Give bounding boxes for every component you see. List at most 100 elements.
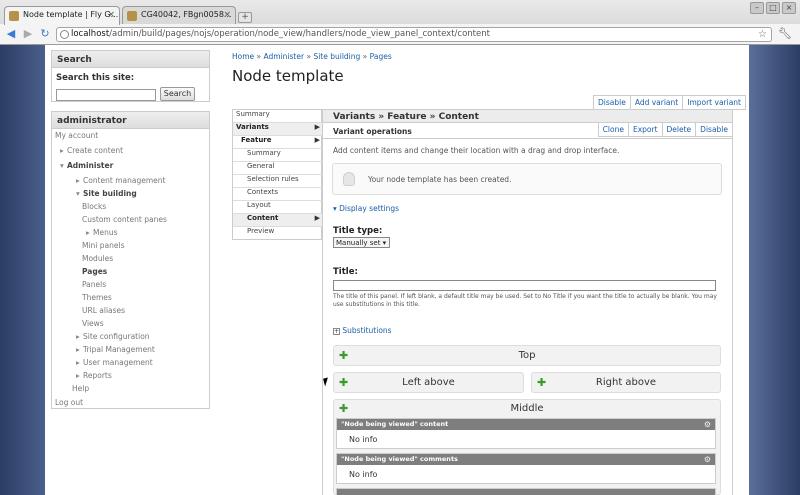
menu-site-configuration[interactable]: Site configuration [83, 332, 150, 341]
add-content-icon[interactable]: ✚ [339, 373, 348, 392]
forward-icon[interactable]: ▶ [21, 27, 35, 41]
disable-button[interactable]: Disable [594, 96, 630, 109]
close-window-icon[interactable]: × [782, 2, 796, 14]
reload-icon[interactable]: ↻ [38, 27, 52, 41]
page-title: Node template [232, 67, 344, 85]
nav-selection-rules[interactable]: Selection rules [233, 175, 322, 188]
breadcrumb-pages[interactable]: Pages [370, 52, 392, 61]
gear-icon[interactable]: ⚙ [704, 455, 711, 464]
nav-general[interactable]: General [233, 162, 322, 175]
gear-icon[interactable]: ⚙ [704, 420, 711, 429]
browser-tab-node-template[interactable]: Node template | Fly G... × [4, 6, 120, 25]
address-bar[interactable]: localhost/admin/build/pages/nojs/operati… [56, 27, 772, 42]
nav-summary[interactable]: Summary [233, 110, 322, 123]
clone-button[interactable]: Clone [599, 123, 628, 136]
breadcrumb-administer[interactable]: Administer [264, 52, 305, 61]
display-settings-toggle[interactable]: ▾ Display settings [333, 204, 399, 213]
search-block-title: Search [52, 51, 209, 68]
pane-partial [336, 488, 716, 495]
back-icon[interactable]: ◀ [4, 27, 18, 41]
add-variant-button[interactable]: Add variant [629, 96, 682, 109]
menu-blocks[interactable]: Blocks [82, 202, 106, 211]
menu-menus[interactable]: Menus [93, 228, 118, 237]
expanded-icon: ▾ [60, 161, 64, 170]
menu-reports[interactable]: Reports [83, 371, 112, 380]
menu-pages[interactable]: Pages [82, 267, 107, 276]
admin-block-title: administrator [52, 112, 209, 129]
menu-modules[interactable]: Modules [82, 254, 113, 263]
substitutions-toggle[interactable]: + Substitutions [333, 326, 392, 335]
delete-button[interactable]: Delete [661, 123, 696, 136]
tab-label: Node template | Fly G... [23, 10, 119, 19]
pane-header: "Node being viewed" content ⚙ [337, 419, 715, 430]
new-tab-button[interactable]: + [238, 12, 252, 23]
menu-tripal-management[interactable]: Tripal Management [83, 345, 155, 354]
arrow-right-icon: ▶ [314, 214, 320, 222]
menu-administer[interactable]: Administer [67, 161, 113, 170]
nav-variants[interactable]: Variants ▶ [233, 123, 322, 136]
collapsed-icon: ▸ [76, 345, 80, 354]
menu-url-aliases[interactable]: URL aliases [82, 306, 125, 315]
wrench-icon[interactable]: 🔧︎ [778, 27, 792, 40]
menu-custom-content-panes[interactable]: Custom content panes [82, 215, 167, 224]
background-right [749, 45, 800, 495]
collapsed-icon: ▸ [76, 176, 80, 185]
menu-views[interactable]: Views [82, 319, 104, 328]
region-right-above: ✚ Right above [531, 372, 721, 393]
pane-header [337, 489, 715, 495]
pane-body: No info [349, 470, 378, 479]
disable-variant-button[interactable]: Disable [695, 123, 732, 136]
breadcrumb: Home » Administer » Site building » Page… [232, 52, 392, 61]
menu-user-management[interactable]: User management [83, 358, 153, 367]
nav-contexts[interactable]: Contexts [233, 188, 322, 201]
import-variant-button[interactable]: Import variant [682, 96, 745, 109]
menu-help[interactable]: Help [72, 384, 89, 393]
variants-header: Variants » Feature » Content [322, 109, 733, 123]
menu-content-management[interactable]: Content management [83, 176, 165, 185]
export-button[interactable]: Export [627, 123, 662, 136]
nav-layout[interactable]: Layout [233, 201, 322, 214]
search-input[interactable] [56, 89, 156, 101]
region-top: ✚ Top [333, 345, 721, 366]
nav-content[interactable]: Content ▶ [233, 214, 322, 227]
minimize-icon[interactable]: – [750, 2, 764, 14]
region-left-above-label: Left above [402, 377, 455, 388]
add-content-icon[interactable]: ✚ [339, 400, 348, 418]
bookmark-star-icon[interactable]: ☆ [758, 28, 767, 41]
nav-feature[interactable]: Feature ▶ [233, 136, 322, 149]
region-left-above: ✚ Left above [333, 372, 524, 393]
breadcrumb-site-building[interactable]: Site building [313, 52, 360, 61]
title-input[interactable] [333, 280, 716, 291]
add-content-icon[interactable]: ✚ [537, 373, 546, 392]
pane-title: "Node being viewed" comments [341, 455, 458, 463]
menu-log-out[interactable]: Log out [55, 398, 83, 407]
expanded-icon: ▾ [76, 189, 80, 198]
variant-nav: Summary Variants ▶ Feature ▶ Summary Gener… [232, 109, 322, 240]
breadcrumb-sep: » [306, 52, 312, 61]
maximize-icon[interactable]: □ [766, 2, 780, 14]
add-content-icon[interactable]: ✚ [339, 346, 348, 365]
menu-themes[interactable]: Themes [82, 293, 112, 302]
pane-node-content[interactable]: "Node being viewed" content ⚙ No info [336, 418, 716, 449]
breadcrumb-home[interactable]: Home [232, 52, 254, 61]
nav-variants-label: Variants [236, 123, 269, 131]
variant-operations-bar: Variant operations Clone Export Delete D… [322, 123, 733, 139]
search-button[interactable]: Search [160, 87, 195, 101]
close-icon[interactable]: × [107, 10, 115, 20]
menu-panels[interactable]: Panels [82, 280, 106, 289]
top-actions: Disable Add variant Import variant [593, 95, 747, 110]
title-type-select[interactable]: Manually set ▾ [333, 237, 390, 248]
pane-title: "Node being viewed" content [341, 420, 449, 428]
browser-tab-cg40042[interactable]: CG40042, FBgn0058... × [122, 6, 236, 25]
favicon-icon [127, 11, 137, 21]
menu-site-building[interactable]: Site building [83, 189, 137, 198]
pane-node-comments[interactable]: "Node being viewed" comments ⚙ No info [336, 453, 716, 484]
menu-create-content[interactable]: Create content [67, 146, 123, 155]
close-icon[interactable]: × [223, 10, 231, 20]
collapsed-icon: ▸ [76, 332, 80, 341]
nav-sub-summary[interactable]: Summary [233, 149, 322, 162]
menu-my-account[interactable]: My account [55, 131, 98, 140]
menu-mini-panels[interactable]: Mini panels [82, 241, 125, 250]
nav-preview[interactable]: Preview [233, 227, 322, 240]
search-label: Search this site: [56, 73, 135, 83]
